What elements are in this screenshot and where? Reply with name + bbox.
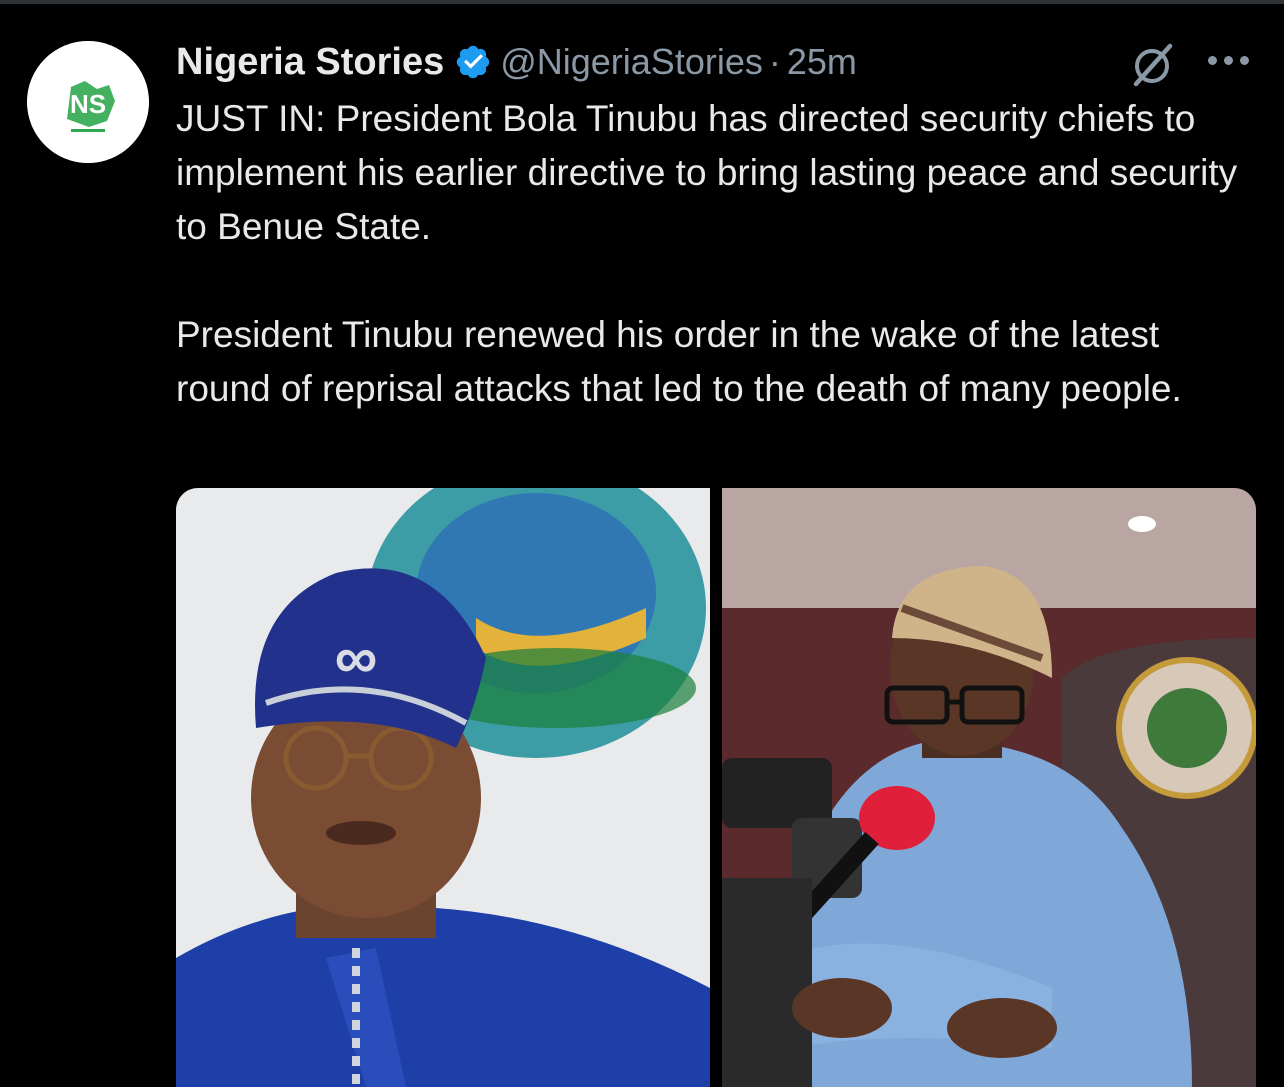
author-name[interactable]: Nigeria Stories <box>176 41 444 84</box>
grok-icon[interactable] <box>1128 40 1178 90</box>
avatar[interactable]: NS <box>27 41 149 163</box>
verified-badge-icon <box>456 45 490 79</box>
tweet-header: Nigeria Stories @NigeriaStories · 25m <box>176 34 1256 90</box>
svg-text:∞: ∞ <box>335 624 378 691</box>
tweet-paragraph: President Tinubu renewed his order in th… <box>176 314 1182 409</box>
more-options-icon[interactable] <box>1208 56 1254 70</box>
author-handle[interactable]: @NigeriaStories <box>500 41 763 83</box>
tweet-paragraph: JUST IN: President Bola Tinubu has direc… <box>176 98 1238 247</box>
photo-tinubu[interactable]: ∞ <box>176 488 710 1087</box>
photo-tinubu-image: ∞ <box>176 488 710 1087</box>
photo-governor-image <box>722 488 1256 1087</box>
photo-benue-governor[interactable] <box>722 488 1256 1087</box>
nigeria-stories-logo-icon: NS <box>27 41 149 163</box>
media-grid: ∞ <box>176 488 1256 1087</box>
tweet-text: JUST IN: President Bola Tinubu has direc… <box>176 92 1246 416</box>
separator-dot: · <box>768 41 781 82</box>
logo-text: NS <box>70 89 106 119</box>
timestamp[interactable]: 25m <box>787 41 857 83</box>
top-divider <box>0 0 1284 4</box>
